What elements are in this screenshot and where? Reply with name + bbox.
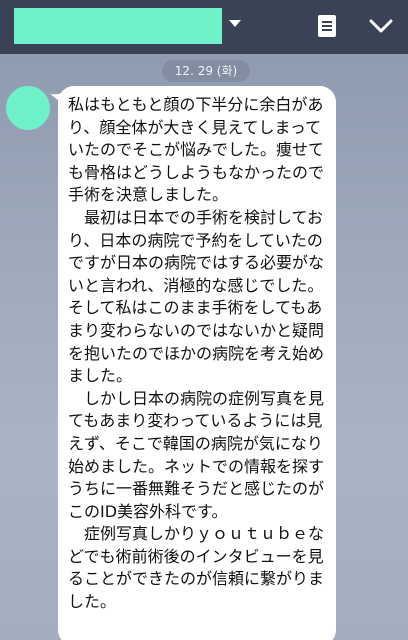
chat-header <box>0 0 408 54</box>
date-separator: 12. 29 (화) <box>162 60 250 82</box>
caret-down-icon[interactable] <box>229 20 241 28</box>
message-bubble[interactable]: 私はもともと顔の下半分に余白があり、顔全体が大きく見えてしまっていたのでそこが悩… <box>58 86 336 640</box>
avatar[interactable] <box>6 86 50 130</box>
contact-name[interactable] <box>14 8 222 44</box>
message-paragraph-2: 最初は日本での手術を検討しており、日本の病院で予約をしていたのですが日本の病院で… <box>68 207 325 386</box>
memo-icon[interactable] <box>316 14 338 38</box>
chevron-down-icon[interactable] <box>368 16 394 36</box>
message-paragraph-3: しかし日本の病院の症例写真を見てもあまり変わっているようには見えず、そこで韓国の… <box>68 388 325 521</box>
message-paragraph-4: 症例写真しかりｙｏｕｔｕｂｅなどでも術前術後のインタビューを見ることができたのが… <box>68 524 325 612</box>
message-paragraph-1: 私はもともと顔の下半分に余白があり、顔全体が大きく見えてしまっていたのでそこが悩… <box>68 95 325 205</box>
